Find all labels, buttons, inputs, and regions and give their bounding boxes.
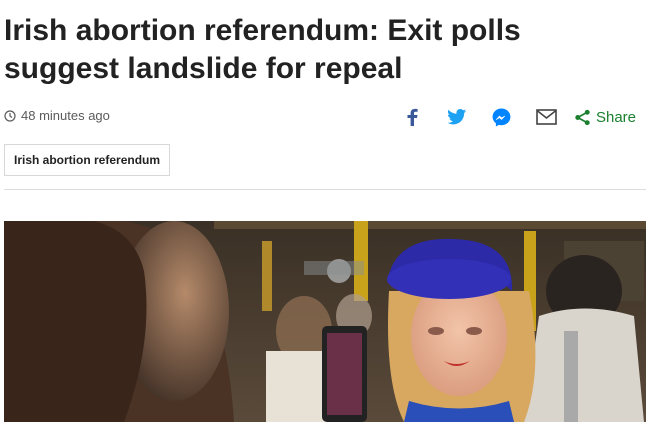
photo-illustration [4, 221, 646, 422]
facebook-share-button[interactable] [401, 106, 423, 128]
article-headline: Irish abortion referendum: Exit polls su… [4, 14, 521, 85]
timestamp: 48 minutes ago [4, 108, 110, 123]
share-icon [575, 109, 590, 125]
email-icon [536, 109, 558, 125]
messenger-share-button[interactable] [491, 106, 513, 128]
messenger-icon [493, 107, 511, 127]
article-meta: 48 minutes ago Share [4, 106, 644, 128]
twitter-icon [447, 109, 467, 125]
facebook-icon [407, 108, 418, 126]
share-button[interactable]: Share [574, 109, 636, 126]
share-label: Share [595, 108, 636, 126]
share-toolbar: Share [378, 106, 636, 128]
twitter-share-button[interactable] [446, 106, 468, 128]
article-photo [4, 221, 646, 422]
divider [4, 189, 646, 190]
topic-tag[interactable]: Irish abortion referendum [4, 144, 171, 176]
clock-icon [4, 109, 16, 122]
timestamp-text: 48 minutes ago [21, 108, 110, 123]
email-share-button[interactable] [536, 106, 558, 128]
